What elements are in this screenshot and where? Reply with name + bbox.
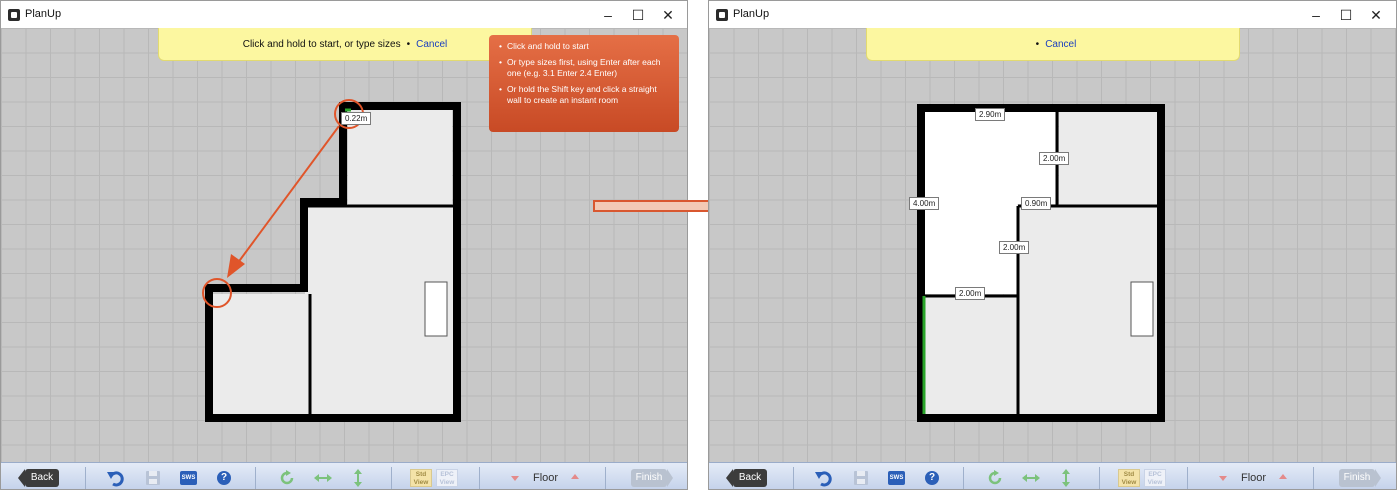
undo-icon[interactable] (815, 470, 833, 490)
room-bottom-left[interactable] (921, 296, 1017, 414)
toolbar-divider (605, 467, 606, 489)
bottom-toolbar: Back SWS ? Std View EPC View Floor Finish (709, 462, 1396, 490)
floor-label: Floor (1241, 472, 1267, 484)
epc-view-line1: EPC (1148, 471, 1162, 478)
epc-view-toggle[interactable]: EPC View (436, 469, 458, 487)
std-view-toggle[interactable]: Std View (1118, 469, 1140, 487)
floor-plan-canvas[interactable]: 0.22m Click and hold to start, or type s… (1, 28, 687, 462)
separator: • (1035, 39, 1040, 50)
title-bar: PlanUp – ☐ ✕ (709, 1, 1396, 28)
flip-vertical-icon[interactable] (352, 469, 364, 489)
rotate-icon[interactable] (279, 470, 295, 490)
toolbar-divider (479, 467, 480, 489)
cancel-link[interactable]: Cancel (1045, 39, 1076, 50)
toolbar-divider (85, 467, 86, 489)
floor-down-icon[interactable] (1219, 476, 1227, 481)
dimension-label[interactable]: 0.22m (341, 112, 372, 125)
toolbar-divider (391, 467, 392, 489)
sws-icon[interactable]: SWS (888, 471, 905, 485)
room-new[interactable] (211, 294, 309, 414)
floor-label: Floor (533, 472, 559, 484)
toolbar-divider (963, 467, 964, 489)
bottom-toolbar: Back SWS ? Std View EPC View Floor Finish (1, 462, 687, 490)
dimension-label[interactable]: 2.00m (955, 287, 986, 300)
maximize-button[interactable]: ☐ (621, 3, 655, 27)
app-logo-icon (716, 9, 728, 21)
floor-plan-drawing (917, 104, 1165, 422)
separator: • (406, 39, 411, 50)
tip-item: Or type sizes first, using Enter after e… (499, 57, 671, 79)
dimension-label[interactable]: 2.00m (1039, 152, 1070, 165)
epc-view-line1: EPC (440, 471, 454, 478)
planup-window-right: PlanUp – ☐ ✕ 2.90m 2.00m 4.00m 0.90m 2.0… (708, 0, 1397, 490)
std-view-line2: View (413, 479, 429, 486)
back-button[interactable]: Back (726, 469, 767, 487)
maximize-button[interactable]: ☐ (1329, 3, 1363, 27)
cupboard[interactable] (424, 281, 448, 337)
finish-button[interactable]: Finish (1339, 469, 1381, 487)
instruction-bar: • Cancel (866, 28, 1240, 61)
close-button[interactable]: ✕ (651, 3, 685, 27)
floor-up-icon[interactable] (1279, 474, 1287, 479)
floor-plan-canvas[interactable]: 2.90m 2.00m 4.00m 0.90m 2.00m 2.00m • Can… (709, 28, 1396, 462)
flip-horizontal-icon[interactable] (314, 472, 332, 490)
help-icon[interactable]: ? (925, 471, 939, 485)
flip-horizontal-icon[interactable] (1022, 472, 1040, 490)
dimension-label[interactable]: 2.00m (999, 241, 1030, 254)
tip-item: Click and hold to start (499, 41, 671, 52)
undo-icon[interactable] (107, 470, 125, 490)
app-title: PlanUp (733, 8, 770, 20)
save-icon[interactable] (853, 470, 869, 490)
cupboard[interactable] (1130, 281, 1154, 337)
floor-up-icon[interactable] (571, 474, 579, 479)
title-bar: PlanUp – ☐ ✕ (1, 1, 687, 28)
std-view-toggle[interactable]: Std View (410, 469, 432, 487)
std-view-line1: Std (415, 471, 427, 478)
dimension-label[interactable]: 4.00m (909, 197, 940, 210)
toolbar-divider (1313, 467, 1314, 489)
floor-down-icon[interactable] (511, 476, 519, 481)
rotate-icon[interactable] (987, 470, 1003, 490)
cancel-link[interactable]: Cancel (416, 39, 447, 50)
close-button[interactable]: ✕ (1359, 3, 1393, 27)
instruction-text: Click and hold to start, or type sizes (242, 39, 401, 50)
epc-view-line2: View (439, 479, 455, 486)
epc-view-toggle[interactable]: EPC View (1144, 469, 1166, 487)
toolbar-divider (793, 467, 794, 489)
finish-button[interactable]: Finish (631, 469, 673, 487)
save-icon[interactable] (145, 470, 161, 490)
dimension-label[interactable]: 0.90m (1021, 197, 1052, 210)
back-button[interactable]: Back (18, 469, 59, 487)
instruction-bar: Click and hold to start, or type sizes • C… (158, 28, 532, 61)
app-logo-icon (8, 9, 20, 21)
tips-panel: Click and hold to start Or type sizes fi… (489, 35, 679, 132)
tip-item: Or hold the Shift key and click a straig… (499, 84, 671, 106)
room-top-right[interactable] (1059, 110, 1157, 204)
app-title: PlanUp (25, 8, 62, 20)
minimize-button[interactable]: – (1299, 3, 1333, 27)
std-view-line1: Std (1123, 471, 1135, 478)
toolbar-divider (255, 467, 256, 489)
epc-view-line2: View (1147, 479, 1163, 486)
minimize-button[interactable]: – (591, 3, 625, 27)
std-view-line2: View (1121, 479, 1137, 486)
sws-icon[interactable]: SWS (180, 471, 197, 485)
planup-window-left: PlanUp – ☐ ✕ 0.22m Click and hold to sta… (0, 0, 688, 490)
toolbar-divider (1099, 467, 1100, 489)
dimension-label[interactable]: 2.90m (975, 108, 1006, 121)
flip-vertical-icon[interactable] (1060, 469, 1072, 489)
help-icon[interactable]: ? (217, 471, 231, 485)
toolbar-divider (1187, 467, 1188, 489)
